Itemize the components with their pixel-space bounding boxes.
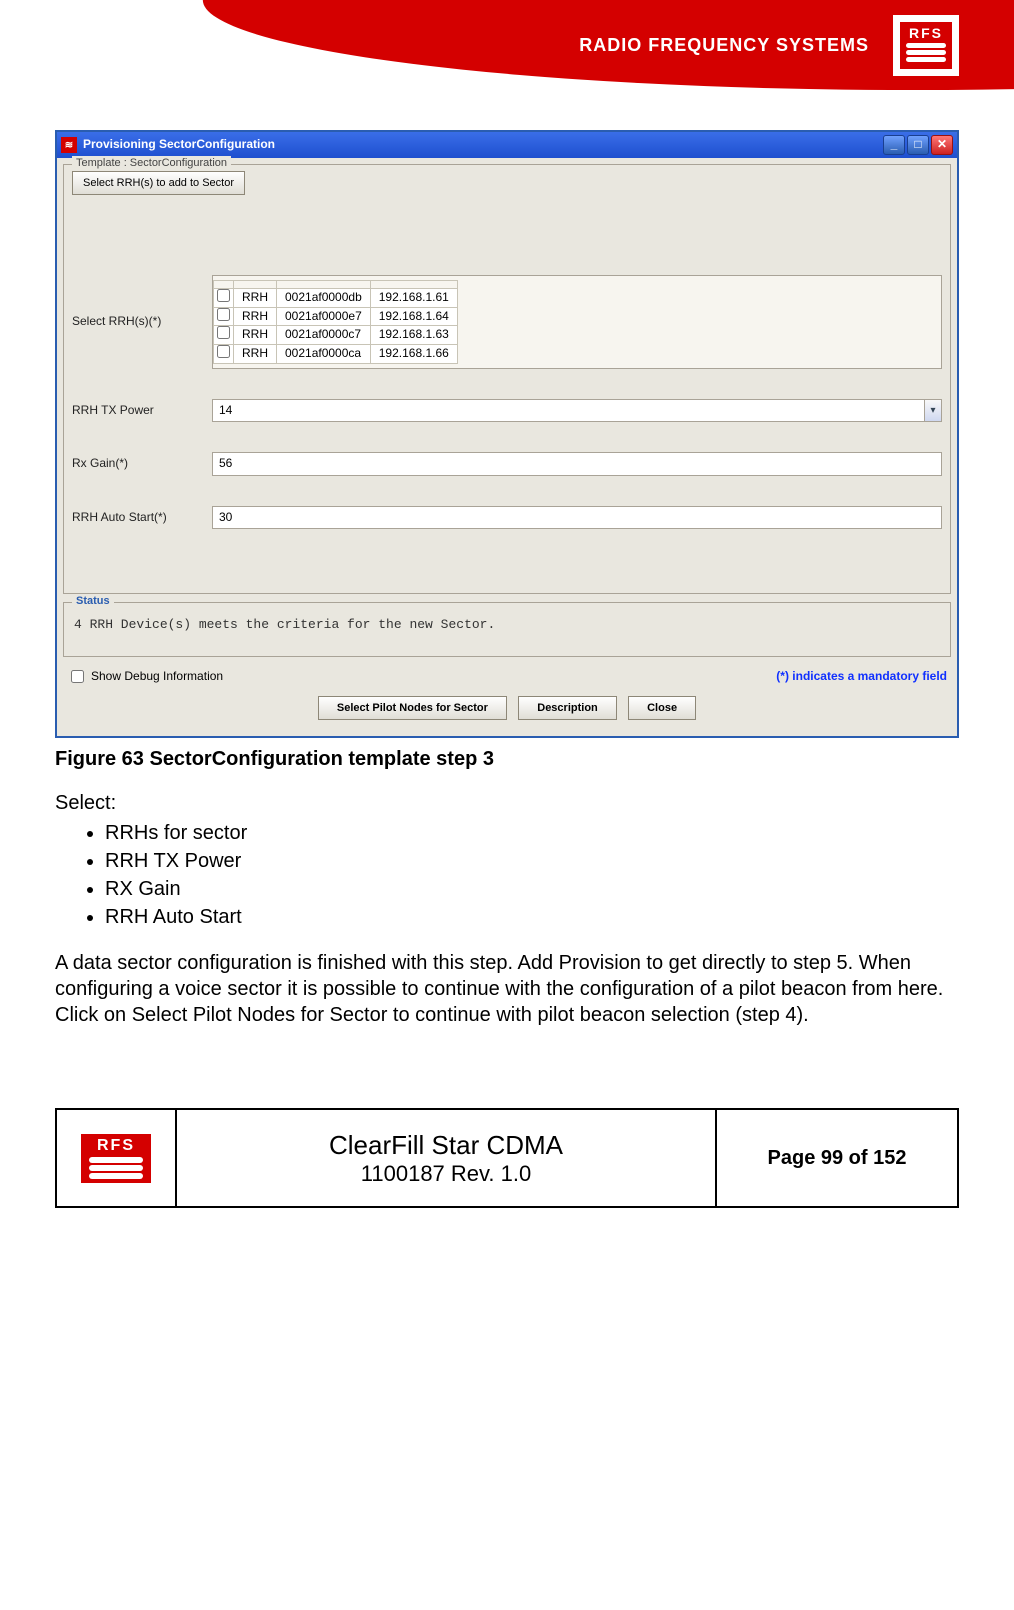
label-tx-power: RRH TX Power <box>72 403 212 419</box>
body-paragraph: A data sector configuration is finished … <box>55 950 959 1028</box>
page-footer: RFS ClearFill Star CDMA 1100187 Rev. 1.0… <box>55 1108 959 1208</box>
tx-power-value[interactable]: 14 <box>212 399 924 423</box>
list-item: RRH TX Power <box>105 848 959 874</box>
select-pilot-button[interactable]: Select Pilot Nodes for Sector <box>318 696 507 720</box>
list-item: RRHs for sector <box>105 820 959 846</box>
rrh-row[interactable]: RRH0021af0000ca192.168.1.66 <box>214 345 458 364</box>
maximize-button[interactable]: □ <box>907 135 929 155</box>
rrh-ip: 192.168.1.66 <box>370 345 457 364</box>
list-item: RRH Auto Start <box>105 904 959 930</box>
window-title: Provisioning SectorConfiguration <box>83 137 881 153</box>
app-icon: ≋ <box>61 137 77 153</box>
rfs-logo-top: RFS <box>893 15 959 76</box>
auto-start-input[interactable]: 30 <box>212 506 942 530</box>
rrh-type: RRH <box>234 326 277 345</box>
template-legend: Template : SectorConfiguration <box>72 156 231 170</box>
label-auto-start: RRH Auto Start(*) <box>72 510 212 526</box>
footer-docid: 1100187 Rev. 1.0 <box>361 1161 531 1187</box>
rrh-row-checkbox[interactable] <box>217 345 230 358</box>
rrh-list: RRH0021af0000db192.168.1.61RRH0021af0000… <box>212 275 942 368</box>
rfs-logo-footer: RFS <box>81 1134 151 1183</box>
rrh-ip: 192.168.1.64 <box>370 307 457 326</box>
rrh-ip: 192.168.1.63 <box>370 326 457 345</box>
titlebar: ≋ Provisioning SectorConfiguration _ □ ✕ <box>57 132 957 158</box>
minimize-button[interactable]: _ <box>883 135 905 155</box>
rrh-type: RRH <box>234 345 277 364</box>
footer-logo-cell: RFS <box>57 1110 177 1206</box>
rrh-mac: 0021af0000db <box>277 289 371 308</box>
rrh-mac: 0021af0000ca <box>277 345 371 364</box>
dialog-screenshot: ≋ Provisioning SectorConfiguration _ □ ✕… <box>55 130 959 738</box>
chevron-down-icon[interactable]: ▾ <box>924 399 942 423</box>
status-text: 4 RRH Device(s) meets the criteria for t… <box>72 613 942 648</box>
select-intro: Select: <box>55 790 959 816</box>
label-rx-gain: Rx Gain(*) <box>72 456 212 472</box>
rrh-ip: 192.168.1.61 <box>370 289 457 308</box>
close-window-button[interactable]: ✕ <box>931 135 953 155</box>
mandatory-note: (*) indicates a mandatory field <box>776 669 947 685</box>
rrh-type: RRH <box>234 307 277 326</box>
rrh-row-checkbox[interactable] <box>217 326 230 339</box>
list-item: RX Gain <box>105 876 959 902</box>
rrh-row-checkbox[interactable] <box>217 308 230 321</box>
page-header: RADIO FREQUENCY SYSTEMS RFS <box>0 0 1014 110</box>
rrh-row[interactable]: RRH0021af0000e7192.168.1.64 <box>214 307 458 326</box>
bullet-list: RRHs for sectorRRH TX PowerRX GainRRH Au… <box>105 820 959 930</box>
rrh-row-checkbox[interactable] <box>217 289 230 302</box>
rrh-row[interactable]: RRH0021af0000c7192.168.1.63 <box>214 326 458 345</box>
select-rrh-toolbar-button[interactable]: Select RRH(s) to add to Sector <box>72 171 245 195</box>
show-debug-label: Show Debug Information <box>91 669 223 685</box>
status-legend: Status <box>72 594 114 608</box>
rrh-mac: 0021af0000e7 <box>277 307 371 326</box>
rrh-type: RRH <box>234 289 277 308</box>
footer-product: ClearFill Star CDMA <box>329 1130 563 1161</box>
template-fieldset: Template : SectorConfiguration Select RR… <box>63 164 951 594</box>
status-fieldset: Status 4 RRH Device(s) meets the criteri… <box>63 602 951 657</box>
footer-page-cell: Page 99 of 152 <box>717 1110 957 1206</box>
rrh-row[interactable]: RRH0021af0000db192.168.1.61 <box>214 289 458 308</box>
tx-power-combo[interactable]: 14 ▾ <box>212 399 942 423</box>
footer-center-cell: ClearFill Star CDMA 1100187 Rev. 1.0 <box>177 1110 717 1206</box>
description-button[interactable]: Description <box>518 696 617 720</box>
figure-caption: Figure 63 SectorConfiguration template s… <box>55 746 959 772</box>
show-debug-checkbox[interactable] <box>71 670 84 683</box>
rx-gain-input[interactable]: 56 <box>212 452 942 476</box>
close-button[interactable]: Close <box>628 696 696 720</box>
rrh-mac: 0021af0000c7 <box>277 326 371 345</box>
label-select-rrhs: Select RRH(s)(*) <box>72 314 212 330</box>
company-name: RADIO FREQUENCY SYSTEMS <box>579 35 869 56</box>
footer-page: Page 99 of 152 <box>768 1147 907 1170</box>
